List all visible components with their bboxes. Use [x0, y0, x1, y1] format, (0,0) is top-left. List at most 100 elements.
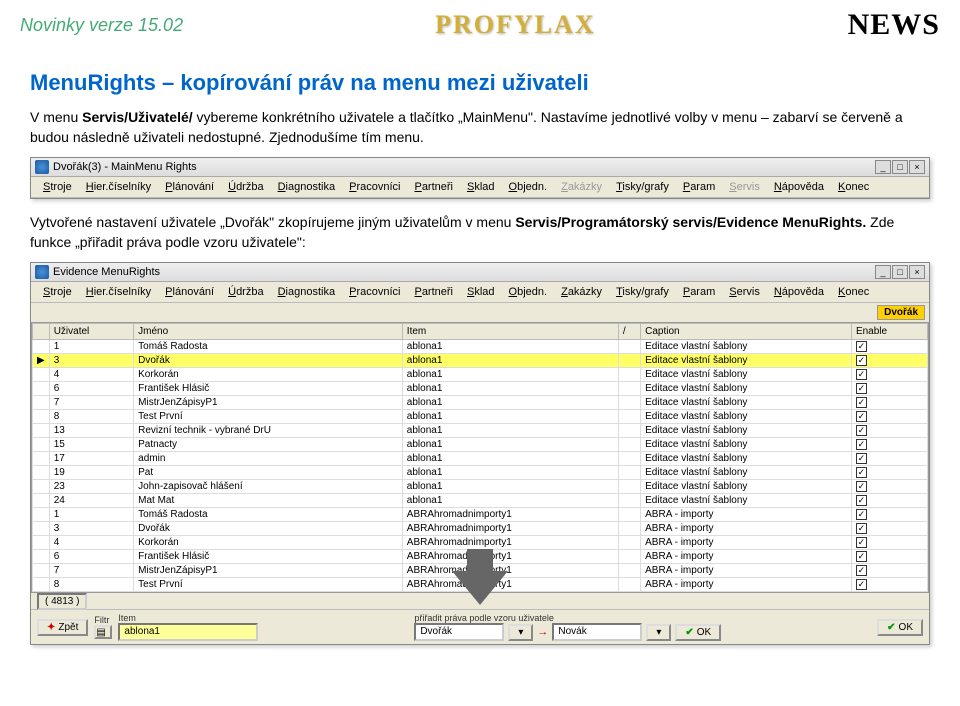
version-text: Novinky verze 15.02 [20, 15, 183, 36]
enable-checkbox[interactable]: ✓ [856, 383, 867, 394]
menubar: StrojeHier.číselníkyPlánováníÚdržbaDiagn… [31, 177, 929, 198]
enable-checkbox[interactable]: ✓ [856, 481, 867, 492]
target-dropdown-button[interactable]: ▾ [646, 624, 671, 641]
menu-item[interactable]: Objedn. [503, 180, 554, 194]
menu-item[interactable]: Sklad [461, 285, 501, 299]
table-row[interactable]: 24Mat Matablona1Editace vlastní šablony✓ [33, 494, 928, 508]
column-header[interactable]: Jméno [134, 324, 403, 340]
menu-item[interactable]: Tisky/grafy [610, 285, 675, 299]
enable-checkbox[interactable]: ✓ [856, 509, 867, 520]
table-row[interactable]: 4Korkoránablona1Editace vlastní šablony✓ [33, 368, 928, 382]
assign-ok-button[interactable]: ✔OK [675, 624, 721, 641]
menu-item[interactable]: Servis [723, 180, 766, 194]
target-user-field[interactable]: Novák [552, 623, 642, 641]
footer-toolbar: ✦Zpět Filtr ▤ Item ablona1 přiřadit práv… [31, 609, 929, 644]
menu-item[interactable]: Konec [832, 285, 875, 299]
table-row[interactable]: 1Tomáš Radostaablona1Editace vlastní šab… [33, 340, 928, 354]
table-row[interactable]: 1Tomáš RadostaABRAhromadnimporty1ABRA - … [33, 508, 928, 522]
enable-checkbox[interactable]: ✓ [856, 467, 867, 478]
menu-item[interactable]: Údržba [222, 285, 269, 299]
menu-item[interactable]: Zakázky [555, 285, 608, 299]
enable-checkbox[interactable]: ✓ [856, 439, 867, 450]
table-row[interactable]: 17adminablona1Editace vlastní šablony✓ [33, 452, 928, 466]
menu-item[interactable]: Param [677, 285, 721, 299]
news-label: NEWS [848, 8, 940, 42]
table-row[interactable]: 13Revizní technik - vybrané DrUablona1Ed… [33, 424, 928, 438]
menu-item[interactable]: Pracovníci [343, 285, 406, 299]
menu-item[interactable]: Konec [832, 180, 875, 194]
assign-label: přiřadit práva podle vzoru uživatele [414, 613, 721, 623]
table-row[interactable]: 3DvořákABRAhromadnimporty1ABRA - importy… [33, 522, 928, 536]
minimize-button[interactable]: _ [875, 160, 891, 174]
window-evidence-menurights: Evidence MenuRights _ □ × StrojeHier.čís… [30, 262, 930, 645]
menu-item[interactable]: Nápověda [768, 285, 830, 299]
minimize-button[interactable]: _ [875, 265, 891, 279]
enable-checkbox[interactable]: ✓ [856, 425, 867, 436]
filter-button[interactable]: ▤ [94, 625, 112, 639]
menu-item[interactable]: Údržba [222, 180, 269, 194]
menu-item[interactable]: Partneři [408, 285, 459, 299]
menu-item[interactable]: Nápověda [768, 180, 830, 194]
filter-label: Filtr [94, 615, 112, 625]
menu-item[interactable]: Hier.číselníky [80, 180, 157, 194]
section-heading: MenuRights – kopírování práv na menu mez… [30, 70, 930, 96]
table-row[interactable]: 19Patablona1Editace vlastní šablony✓ [33, 466, 928, 480]
column-header[interactable]: Caption [641, 324, 852, 340]
column-header[interactable]: / [618, 324, 640, 340]
arrow-right-icon: → [537, 626, 548, 638]
maximize-button[interactable]: □ [892, 160, 908, 174]
menu-item[interactable]: Stroje [37, 180, 78, 194]
maximize-button[interactable]: □ [892, 265, 908, 279]
menu-item[interactable]: Partneři [408, 180, 459, 194]
ok-button[interactable]: ✔OK [877, 619, 923, 636]
menu-item[interactable]: Tisky/grafy [610, 180, 675, 194]
menu-item[interactable]: Diagnostika [272, 180, 342, 194]
menubar: StrojeHier.číselníkyPlánováníÚdržbaDiagn… [31, 282, 929, 303]
menu-item[interactable]: Pracovníci [343, 180, 406, 194]
window-title: Evidence MenuRights [53, 266, 160, 278]
enable-checkbox[interactable]: ✓ [856, 495, 867, 506]
window-title: Dvořák(3) - MainMenu Rights [53, 161, 197, 173]
enable-checkbox[interactable]: ✓ [856, 537, 867, 548]
column-header[interactable]: Enable [851, 324, 927, 340]
app-icon [35, 160, 49, 174]
menu-item[interactable]: Plánování [159, 180, 220, 194]
paragraph-2: Vytvořené nastavení uživatele „Dvořák" z… [30, 213, 930, 252]
app-icon [35, 265, 49, 279]
enable-checkbox[interactable]: ✓ [856, 369, 867, 380]
menu-item[interactable]: Plánování [159, 285, 220, 299]
table-row[interactable]: 4KorkoránABRAhromadnimporty1ABRA - impor… [33, 536, 928, 550]
back-button[interactable]: ✦Zpět [37, 619, 88, 636]
enable-checkbox[interactable]: ✓ [856, 453, 867, 464]
menu-item[interactable]: Param [677, 180, 721, 194]
menu-item[interactable]: Servis [723, 285, 766, 299]
column-header[interactable]: Uživatel [49, 324, 133, 340]
menu-item[interactable]: Zakázky [555, 180, 608, 194]
item-filter-field[interactable]: ablona1 [118, 623, 258, 641]
table-row[interactable]: 23John-zapisovač hlášeníablona1Editace v… [33, 480, 928, 494]
source-user-field[interactable]: Dvořák [414, 623, 504, 641]
close-button[interactable]: × [909, 265, 925, 279]
arrow-indicator [31, 549, 929, 605]
menu-item[interactable]: Diagnostika [272, 285, 342, 299]
table-row[interactable]: 15Patnactyablona1Editace vlastní šablony… [33, 438, 928, 452]
table-row[interactable]: 7MistrJenZápisyP1ablona1Editace vlastní … [33, 396, 928, 410]
enable-checkbox[interactable]: ✓ [856, 341, 867, 352]
logo: PROFYLAX [435, 10, 595, 40]
menu-item[interactable]: Stroje [37, 285, 78, 299]
enable-checkbox[interactable]: ✓ [856, 355, 867, 366]
menu-item[interactable]: Objedn. [503, 285, 554, 299]
table-row[interactable]: 6František Hlásičablona1Editace vlastní … [33, 382, 928, 396]
enable-checkbox[interactable]: ✓ [856, 523, 867, 534]
menu-item[interactable]: Sklad [461, 180, 501, 194]
menu-item[interactable]: Hier.číselníky [80, 285, 157, 299]
paragraph-1: V menu Servis/Uživatelé/ vybereme konkré… [30, 108, 930, 147]
table-row[interactable]: 8Test Prvníablona1Editace vlastní šablon… [33, 410, 928, 424]
column-header[interactable]: Item [402, 324, 618, 340]
enable-checkbox[interactable]: ✓ [856, 397, 867, 408]
window-mainmenu-rights: Dvořák(3) - MainMenu Rights _ □ × Stroje… [30, 157, 930, 199]
table-row[interactable]: ▶3Dvořákablona1Editace vlastní šablony✓ [33, 354, 928, 368]
enable-checkbox[interactable]: ✓ [856, 411, 867, 422]
source-dropdown-button[interactable]: ▾ [508, 624, 533, 641]
close-button[interactable]: × [909, 160, 925, 174]
